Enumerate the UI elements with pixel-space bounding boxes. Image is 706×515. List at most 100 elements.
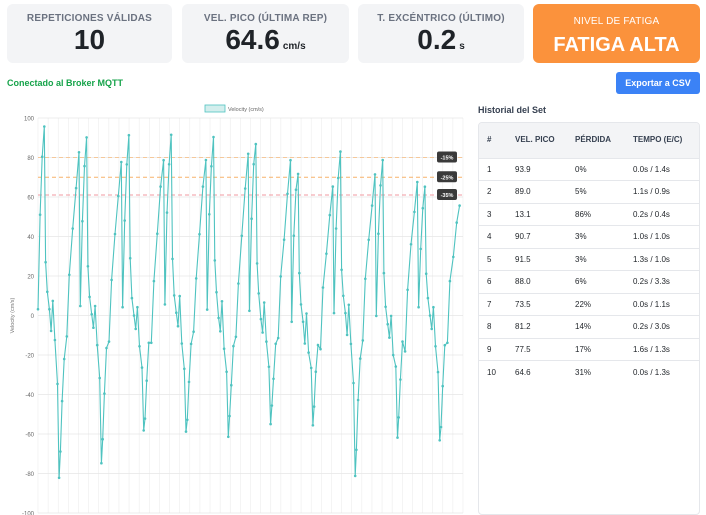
velocity-point xyxy=(103,392,106,395)
velocity-point xyxy=(205,308,209,311)
velocity-point xyxy=(316,343,320,347)
table-cell: 6 xyxy=(479,270,507,293)
velocity-point xyxy=(458,204,461,207)
table-cell: 73.5 xyxy=(507,292,567,316)
col-peak: VEL. PICO xyxy=(507,123,567,158)
velocity-point xyxy=(189,342,193,346)
velocity-point xyxy=(314,370,318,374)
velocity-point xyxy=(90,313,93,316)
velocity-point xyxy=(339,150,342,153)
velocity-point xyxy=(85,136,88,139)
velocity-point xyxy=(240,234,244,238)
velocity-point xyxy=(68,273,71,277)
table-cell: 13.1 xyxy=(507,202,567,226)
velocity-point xyxy=(175,311,178,314)
velocity-point xyxy=(128,256,132,260)
velocity-point xyxy=(312,405,316,408)
velocity-point xyxy=(345,333,349,337)
col-tempo: TEMPO (E/C) xyxy=(625,123,699,158)
table-cell: 1 xyxy=(479,157,507,181)
velocity-point xyxy=(48,307,51,311)
velocity-point xyxy=(409,243,413,246)
velocity-point xyxy=(347,303,351,307)
velocity-point xyxy=(140,366,144,369)
connection-status: Conectado al Broker MQTT xyxy=(7,78,124,88)
velocity-point xyxy=(430,327,434,331)
velocity-point xyxy=(150,341,153,345)
velocity-point xyxy=(213,259,217,262)
card-label: VEL. PICO (ÚLTIMA REP) xyxy=(203,13,328,24)
velocity-point xyxy=(65,335,69,338)
velocity-point xyxy=(364,277,367,281)
table-cell: 88.0 xyxy=(507,270,567,293)
table-cell: 0.0s / 1.1s xyxy=(625,292,699,316)
velocity-point xyxy=(134,327,137,331)
velocity-point xyxy=(163,303,167,306)
table-cell: 1.6s / 1.3s xyxy=(625,337,699,361)
velocity-point xyxy=(243,187,247,190)
table-cell: 1.3s / 1.0s xyxy=(625,247,699,271)
velocity-point xyxy=(169,133,173,137)
velocity-point xyxy=(296,172,300,176)
velocity-point xyxy=(53,338,57,342)
velocity-point xyxy=(120,160,123,164)
velocity-point xyxy=(432,305,435,309)
velocity-point xyxy=(423,185,427,188)
export-csv-button[interactable]: Exportar a CSV xyxy=(616,72,700,94)
velocity-point xyxy=(292,234,296,237)
velocity-point xyxy=(59,450,62,453)
table-cell: 81.2 xyxy=(507,315,567,338)
velocity-point xyxy=(289,158,292,162)
table-cell: 1.0s / 1.0s xyxy=(625,225,699,248)
velocity-point xyxy=(147,341,151,345)
velocity-point xyxy=(217,316,220,320)
card-eccentric-time: T. EXCÉNTRICO (ÚLTIMO) 0.2 s xyxy=(358,4,524,63)
velocity-point xyxy=(250,217,253,220)
history-body: 1 93.9 0% 0.0s / 1.4s 2 89.0 5% 1.1s / 0.9s 3 13.… xyxy=(479,157,699,383)
velocity-point xyxy=(386,322,390,326)
velocity-point xyxy=(413,210,416,214)
velocity-point xyxy=(127,133,131,137)
legend-swatch xyxy=(204,104,226,113)
fatigue-label: NIVEL DE FATIGA xyxy=(573,16,660,27)
table-cell: 0.0s / 1.3s xyxy=(625,360,699,383)
velocity-point xyxy=(265,340,268,343)
velocity-point xyxy=(46,290,49,294)
velocity-point xyxy=(262,301,266,304)
velocity-point xyxy=(299,303,303,306)
legend-label: Velocity (cm/s) xyxy=(228,107,264,113)
velocity-point xyxy=(105,346,108,350)
velocity-point xyxy=(319,347,322,351)
velocity-point xyxy=(212,135,215,139)
table-cell: 7 xyxy=(479,292,507,316)
y-axis-title: Velocity (cm/s) xyxy=(10,297,16,333)
velocity-point xyxy=(62,357,66,361)
velocity-point xyxy=(274,342,278,346)
velocity-point xyxy=(311,424,315,427)
table-row: 8 81.2 14% 0.2s / 3.0s xyxy=(479,315,699,338)
velocity-point xyxy=(255,262,259,265)
table-cell: 90.7 xyxy=(507,225,567,248)
velocity-point xyxy=(165,211,169,214)
velocity-point xyxy=(276,336,280,340)
y-tick-label: -20 xyxy=(25,354,34,360)
y-tick-label: 40 xyxy=(27,235,34,241)
table-row: 1 93.9 0% 0.0s / 1.4s xyxy=(479,157,699,181)
velocity-point xyxy=(353,474,357,478)
velocity-chart: 100 80 60 40 20 0 -20 -40 -60 -80 -100 Velocity (cm… xyxy=(0,100,470,515)
velocity-point xyxy=(361,339,365,342)
table-cell: 10 xyxy=(479,360,507,383)
velocity-point xyxy=(44,260,47,264)
velocity-point xyxy=(201,185,205,188)
velocity-point xyxy=(399,378,402,381)
velocity-point xyxy=(51,299,55,303)
velocity-point xyxy=(180,342,184,345)
table-cell: 14% xyxy=(567,315,625,338)
velocity-point xyxy=(38,213,42,216)
card-label: T. EXCÉNTRICO (ÚLTIMO) xyxy=(377,13,505,24)
velocity-point xyxy=(441,384,445,388)
velocity-point xyxy=(294,188,298,191)
velocity-point xyxy=(290,320,294,324)
table-row: 9 77.5 17% 1.6s / 1.3s xyxy=(479,337,699,361)
velocity-point xyxy=(36,307,40,311)
